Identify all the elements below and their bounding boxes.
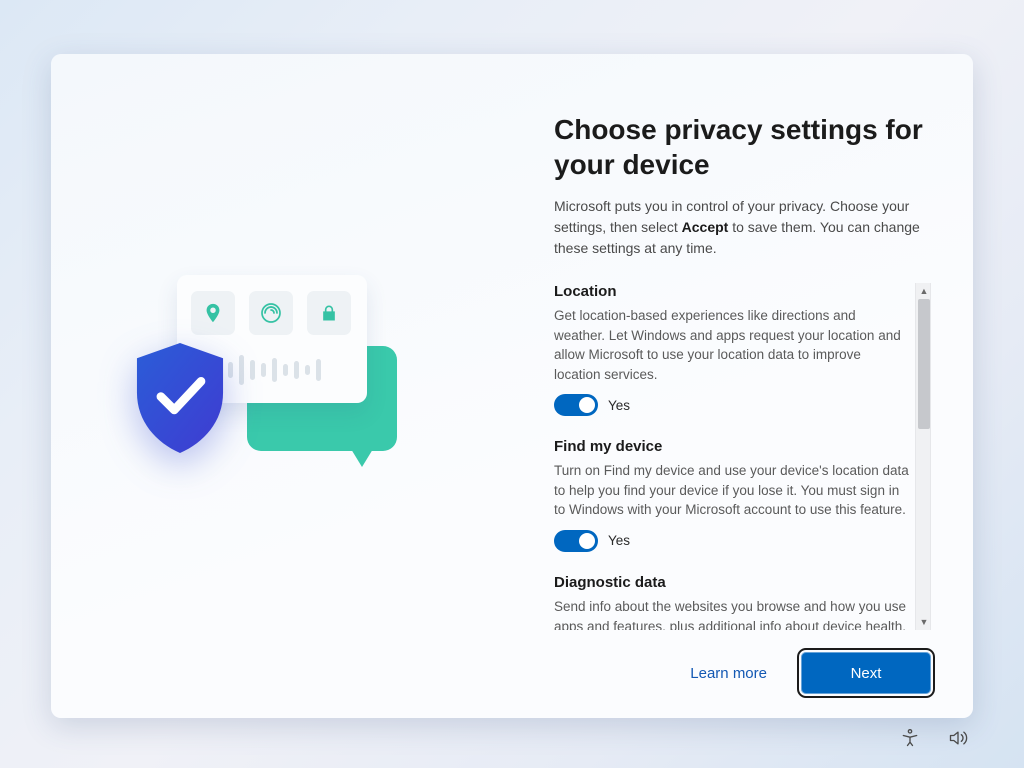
content-pane: Choose privacy settings for your device … [512,54,973,718]
setting-title: Diagnostic data [554,574,909,591]
toggle-label: Yes [608,533,630,548]
setting-description: Get location-based experiences like dire… [554,306,909,384]
setting-title: Location [554,283,909,300]
settings-scroll-area: Location Get location-based experiences … [554,283,931,630]
location-pin-icon [191,291,235,335]
accessibility-icon[interactable] [898,726,922,750]
location-toggle[interactable] [554,394,598,416]
scrollbar-thumb[interactable] [918,299,930,429]
setting-find-my-device: Find my device Turn on Find my device an… [554,438,909,552]
privacy-illustration [132,271,432,501]
shield-check-icon [132,343,228,453]
find-my-device-toggle[interactable] [554,530,598,552]
setting-title: Find my device [554,438,909,455]
scroll-down-icon[interactable]: ▼ [916,614,931,630]
illustration-pane [51,54,512,718]
scroll-up-icon[interactable]: ▲ [916,283,931,299]
system-tray [898,726,970,750]
page-subtitle: Microsoft puts you in control of your pr… [554,196,931,259]
volume-icon[interactable] [946,726,970,750]
learn-more-link[interactable]: Learn more [690,665,767,682]
setting-description: Send info about the websites you browse … [554,597,909,630]
settings-list: Location Get location-based experiences … [554,283,909,630]
setting-diagnostic-data: Diagnostic data Send info about the webs… [554,574,909,630]
scrollbar[interactable]: ▲ ▼ [915,283,931,630]
setting-description: Turn on Find my device and use your devi… [554,461,909,520]
oobe-card: Choose privacy settings for your device … [51,54,973,718]
next-button[interactable]: Next [801,652,931,694]
subtitle-bold: Accept [682,219,729,235]
fingerprint-icon [249,291,293,335]
footer: Learn more Next [554,652,931,694]
lock-icon [307,291,351,335]
toggle-label: Yes [608,398,630,413]
page-title: Choose privacy settings for your device [554,112,931,182]
setting-location: Location Get location-based experiences … [554,283,909,416]
